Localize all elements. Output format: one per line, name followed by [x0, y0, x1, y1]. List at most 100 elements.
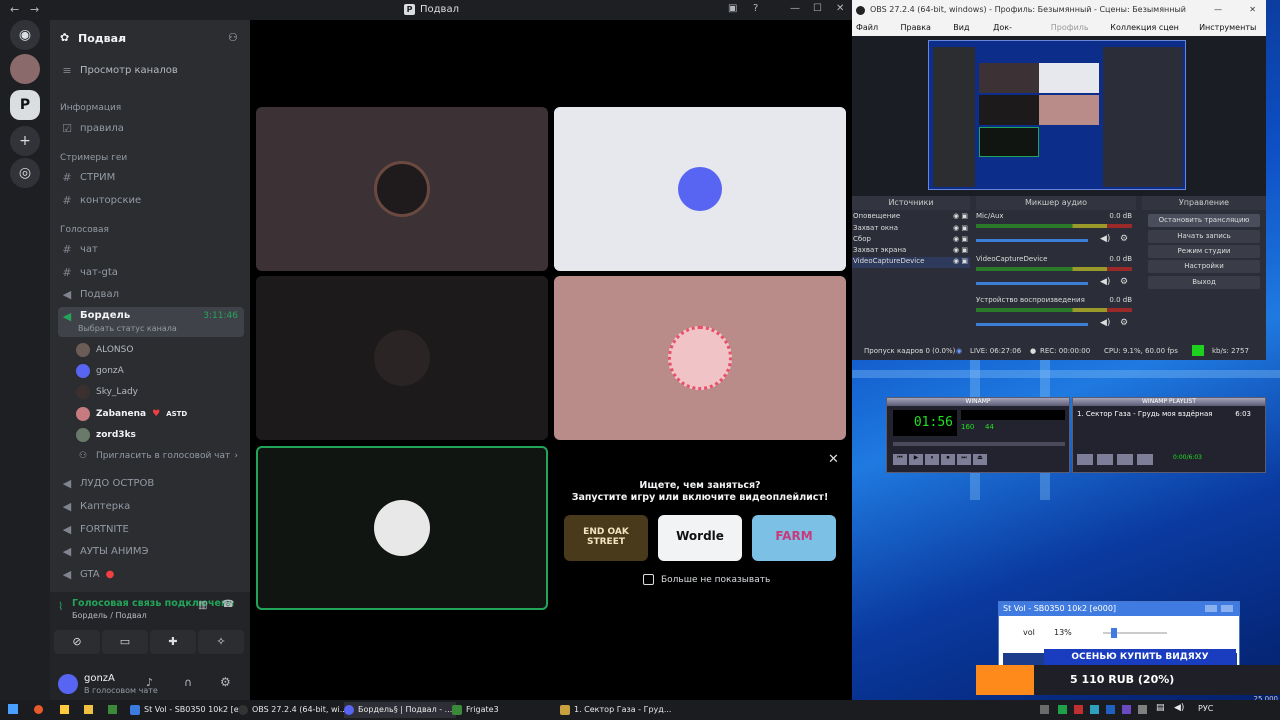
participant-tile[interactable] — [256, 107, 548, 271]
exit-button[interactable]: Выход — [1148, 276, 1260, 289]
speaker-icon[interactable]: ◀) — [1100, 234, 1110, 244]
maximize-icon[interactable]: ☐ — [813, 3, 822, 14]
tray-icon[interactable] — [1074, 705, 1083, 714]
soundboard-button[interactable]: ✧ — [198, 630, 244, 654]
participant-tile-speaking[interactable] — [256, 446, 548, 610]
playlist-track[interactable]: 1. Сектор Газа - Грудь моя вздёрная — [1077, 410, 1245, 422]
inbox-icon[interactable]: ▣ — [728, 3, 737, 14]
dont-show-again[interactable]: Больше не показывать — [643, 574, 770, 585]
start-recording-button[interactable]: Начать запись — [1148, 230, 1260, 243]
server-icon-podval[interactable]: P — [10, 90, 40, 120]
speaker-icon[interactable]: ◀) — [1100, 318, 1110, 328]
pause-icon[interactable]: ⏸ — [925, 454, 939, 465]
voice-member[interactable]: zord3ks — [76, 425, 244, 445]
gear-icon[interactable]: ⚙ — [1120, 234, 1128, 244]
explorer-icon[interactable] — [84, 705, 93, 714]
disconnect-icon[interactable]: ☎ — [222, 599, 234, 610]
taskbar-app[interactable]: Frigate3 — [452, 702, 499, 718]
headphones-icon[interactable]: ∩ — [184, 676, 192, 689]
browse-channels[interactable]: ≡ Просмотр каналов — [58, 60, 244, 80]
tray-icon[interactable] — [1090, 705, 1099, 714]
menu-scene-collection[interactable]: Коллекция сцен (S) — [1110, 20, 1188, 48]
game-card-wordle[interactable]: Wordle — [658, 515, 742, 561]
activities-button[interactable]: ✚ — [150, 630, 196, 654]
add-server-icon[interactable]: + — [10, 126, 40, 156]
minimize-icon[interactable]: — — [790, 3, 800, 14]
select-icon[interactable] — [1117, 454, 1133, 465]
remove-icon[interactable] — [1097, 454, 1113, 465]
stop-icon[interactable]: ⏹ — [941, 454, 955, 465]
volume-titlebar[interactable]: St Vol - SB0350 10k2 [e000] — [999, 602, 1239, 616]
gear-icon[interactable]: ⚙ — [1120, 277, 1128, 287]
gear-icon[interactable]: ⚙ — [1120, 318, 1128, 328]
voice-location[interactable]: Бордель / Подвал — [72, 611, 147, 620]
minimize-icon[interactable] — [1205, 605, 1217, 612]
close-icon[interactable] — [1221, 605, 1233, 612]
eye-icon[interactable]: ◉ ▣ — [953, 224, 968, 232]
eye-icon[interactable]: ◉ ▣ — [953, 257, 968, 265]
speaker-icon[interactable]: ◀) — [1100, 277, 1110, 287]
voice-channel-bordel[interactable]: ◀ Бордель 3:11:46 Выбрать статус канала — [58, 307, 244, 337]
voice-member[interactable]: Zabanena ♥ ASTD — [76, 404, 244, 424]
participant-tile[interactable] — [256, 276, 548, 440]
tray-icon[interactable] — [1058, 705, 1067, 714]
channel-status-prompt[interactable]: Выбрать статус канала — [78, 324, 177, 333]
noise-suppression-icon[interactable]: ▥ — [198, 600, 207, 611]
screen-share-button[interactable]: ▭ — [102, 630, 148, 654]
studio-mode-button[interactable]: Режим студии — [1148, 245, 1260, 258]
channel-stream[interactable]: # СТРИМ — [58, 167, 244, 187]
settings-gear-icon[interactable]: ⚙ — [220, 675, 231, 689]
voice-member[interactable]: Sky_Lady — [76, 382, 244, 402]
participant-tile[interactable] — [554, 107, 846, 271]
menu-edit[interactable]: Правка (E) — [901, 20, 943, 48]
app-icon[interactable] — [108, 705, 117, 714]
category-voice[interactable]: Голосовая — [58, 220, 244, 240]
volume-slider[interactable] — [976, 323, 1088, 326]
eye-icon[interactable]: ◉ ▣ — [953, 212, 968, 220]
participant-tile[interactable] — [554, 276, 846, 440]
voice-member[interactable]: ALONSO — [76, 340, 244, 360]
misc-icon[interactable] — [1137, 454, 1153, 465]
close-icon[interactable]: ✕ — [828, 452, 839, 467]
dont-show-checkbox[interactable] — [643, 574, 654, 585]
game-card-farm[interactable]: FARM — [752, 515, 836, 561]
game-card-end-oak-street[interactable]: END OAK STREET — [564, 515, 648, 561]
menu-file[interactable]: Файл (F) — [856, 20, 890, 48]
eject-icon[interactable]: ⏏ — [973, 454, 987, 465]
voice-channel-kapterka[interactable]: ◀ Каптерка — [58, 496, 244, 516]
volume-slider[interactable] — [976, 239, 1088, 242]
obs-preview[interactable] — [852, 36, 1266, 196]
explore-icon[interactable]: ◎ — [10, 158, 40, 188]
tray-icon[interactable] — [1122, 705, 1131, 714]
back-arrow-icon[interactable]: ← — [10, 3, 19, 16]
voice-channel-gta[interactable]: ◀ GTA ● — [58, 564, 244, 584]
voice-channel-anime[interactable]: ◀ АУТЫ АНИМЭ — [58, 541, 244, 561]
browser-icon[interactable] — [34, 705, 43, 714]
close-icon[interactable]: ✕ — [1249, 0, 1256, 20]
previous-icon[interactable]: ⏮ — [893, 454, 907, 465]
source-item[interactable]: Сбор ◉ ▣ — [852, 235, 970, 246]
volume-track[interactable] — [1103, 628, 1167, 638]
source-item[interactable]: Захват окна ◉ ▣ — [852, 224, 970, 235]
network-icon[interactable]: ▤ — [1156, 703, 1165, 713]
language-indicator[interactable]: РУС — [1198, 704, 1213, 713]
tray-icon[interactable] — [1138, 705, 1147, 714]
menu-profile[interactable]: Профиль (P) — [1051, 20, 1100, 48]
play-icon[interactable]: ▶ — [909, 454, 923, 465]
menu-docks[interactable]: Док-панели — [993, 20, 1040, 48]
playlist-titlebar[interactable]: WINAMP PLAYLIST — [1073, 398, 1265, 406]
app-icon[interactable] — [60, 705, 69, 714]
winamp-player[interactable]: WINAMP 01:56 160 44 ⏮ ▶ ⏸ ⏹ ⏭ ⏏ — [886, 397, 1070, 473]
menu-view[interactable]: Вид (V) — [953, 20, 982, 48]
menu-tools[interactable]: Инструменты (T) — [1199, 20, 1266, 48]
user-avatar[interactable] — [58, 674, 78, 694]
stop-streaming-button[interactable]: Остановить трансляцию — [1148, 214, 1260, 227]
source-item[interactable]: Захват экрана ◉ ▣ — [852, 246, 970, 257]
direct-messages-icon[interactable]: ◉ — [10, 20, 40, 50]
voice-channel-fortnite[interactable]: ◀ FORTNITE — [58, 519, 244, 539]
taskbar-app[interactable]: 1. Сектор Газа - Груд... — [560, 702, 671, 718]
tray-icon[interactable] — [1040, 705, 1049, 714]
settings-button[interactable]: Настройки — [1148, 260, 1260, 273]
voice-channel-podval[interactable]: ◀ Подвал — [58, 284, 244, 304]
camera-off-button[interactable]: ⊘ — [54, 630, 100, 654]
